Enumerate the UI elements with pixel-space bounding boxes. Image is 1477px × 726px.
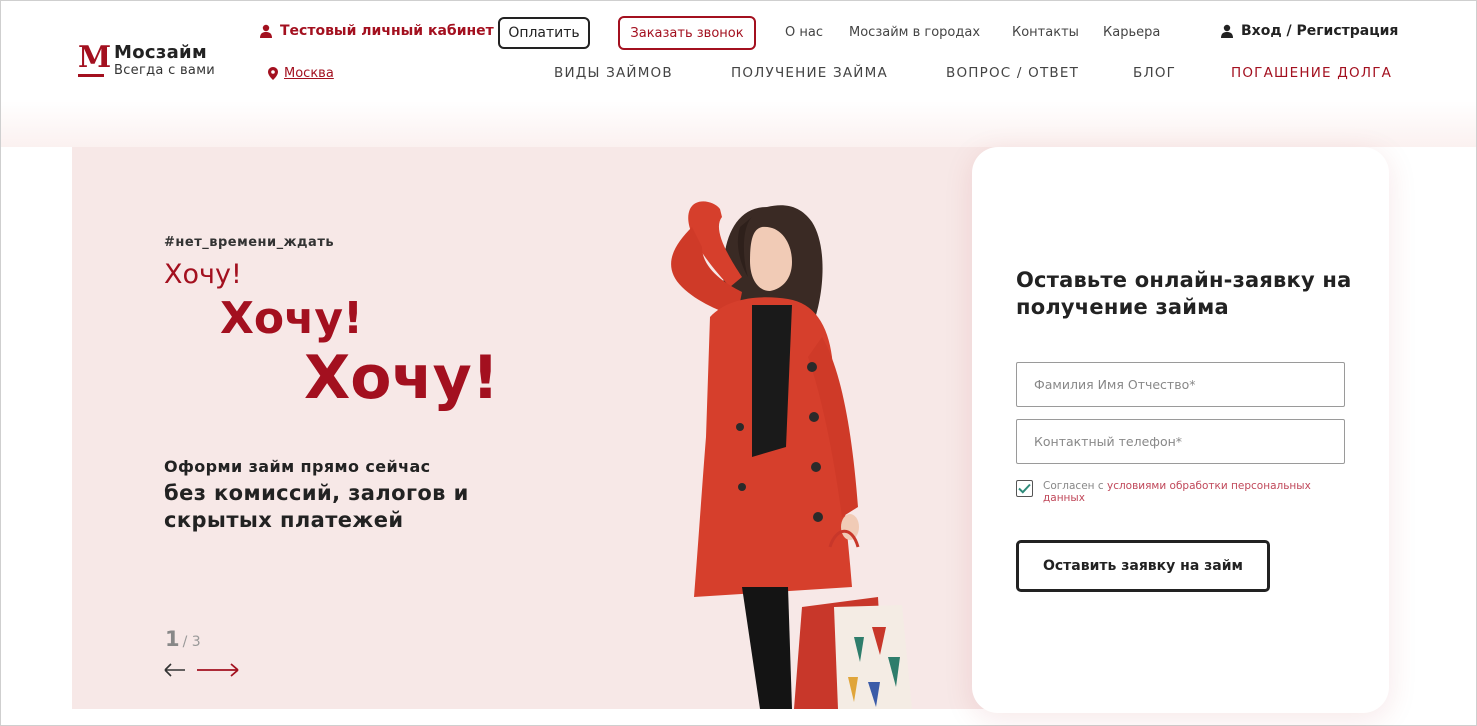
form-title: Оставьте онлайн-заявку на получение займ… [1016,268,1352,319]
logo-letter: M [78,40,112,75]
arrow-right-icon[interactable] [196,663,240,677]
logo-mark: M [78,40,112,80]
slide-counter: 1/ 3 [165,627,201,651]
brand-name: Мосзайм [114,42,207,63]
full-name-field[interactable] [1016,362,1345,407]
nav-link-about[interactable]: О нас [785,25,823,40]
order-call-button[interactable]: Заказать звонок [618,16,756,50]
city-label: Москва [284,66,334,81]
loan-application-card: Оставьте онлайн-заявку на получение займ… [972,147,1389,713]
slide-current: 1 [165,627,180,651]
brand-tagline: Всегда с вами [114,63,216,78]
map-pin-icon [268,67,278,80]
menu-loan-types[interactable]: ВИДЫ ЗАЙМОВ [554,65,673,81]
phone-field[interactable] [1016,419,1345,464]
site-header: M Мосзайм Всегда с вами Тестовый личный … [1,1,1476,101]
consent-row: Согласен с условиями обработки персональ… [1016,480,1343,504]
login-register-link[interactable]: Вход / Регистрация [1220,23,1398,39]
user-icon [260,24,272,38]
check-icon [1018,483,1031,494]
nav-link-contacts[interactable]: Контакты [1012,25,1079,40]
personal-cabinet-label: Тестовый личный кабинет [280,23,494,39]
menu-debt-repayment[interactable]: ПОГАШЕНИЕ ДОЛГА [1231,65,1392,81]
header-shadow-band [1,101,1476,147]
submit-application-button[interactable]: Оставить заявку на займ [1016,540,1270,592]
hero-woman-image [671,201,912,709]
personal-cabinet-link[interactable]: Тестовый личный кабинет [259,23,494,39]
hero-want-medium: Хочу! [220,293,364,344]
hero-offer-lead: Оформи займ прямо сейчас [164,457,431,476]
consent-prefix: Согласен с [1043,480,1104,492]
hero-hashtag: #нет_времени_ждать [164,235,335,250]
user-icon [1221,24,1233,38]
login-register-label: Вход / Регистрация [1241,23,1399,39]
hero-slider: #нет_времени_ждать Хочу! Хочу! Хочу! Офо… [72,147,1012,709]
nav-link-cities[interactable]: Мосзайм в городах [849,25,980,40]
menu-get-loan[interactable]: ПОЛУЧЕНИЕ ЗАЙМА [731,65,888,81]
hero-offer-main: без комиссий, залогов и скрытых платежей [164,481,469,532]
logo-underline [78,74,104,77]
menu-blog[interactable]: БЛОГ [1133,65,1176,81]
menu-faq[interactable]: ВОПРОС / ОТВЕТ [946,65,1079,81]
city-selector[interactable]: Москва [268,66,334,81]
logo[interactable]: M Мосзайм Всегда с вами [78,43,215,80]
arrow-left-icon[interactable] [164,663,186,677]
hero-want-large: Хочу! [304,343,500,413]
hero-want-small: Хочу! [164,259,242,290]
consent-checkbox[interactable] [1016,480,1033,497]
consent-text: Согласен с условиями обработки персональ… [1043,480,1343,504]
nav-link-career[interactable]: Карьера [1103,25,1160,40]
pay-button[interactable]: Оплатить [498,17,590,49]
slide-total: / 3 [182,634,201,650]
